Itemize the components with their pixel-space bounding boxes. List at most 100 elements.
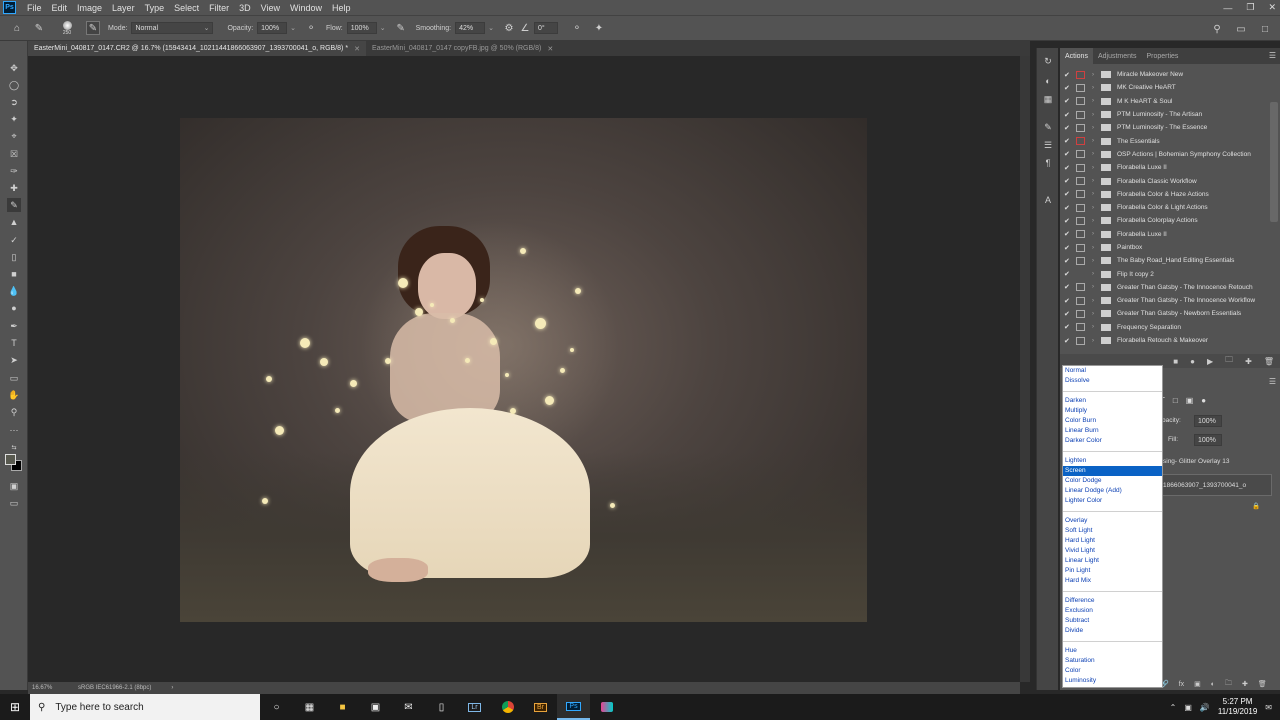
opacity-field[interactable]: 100%	[257, 22, 288, 34]
dialog-toggle-icon[interactable]	[1076, 203, 1085, 212]
menu-help[interactable]: Help	[327, 3, 356, 13]
chrome-icon[interactable]	[491, 694, 524, 720]
checkmark-icon[interactable]: ✔	[1064, 337, 1074, 345]
brush-settings-icon[interactable]: ✎	[86, 21, 100, 35]
task-view-icon[interactable]: ▦	[293, 694, 326, 720]
gear-icon[interactable]: ⚙	[502, 21, 516, 35]
blend-mode-option[interactable]: Screen	[1063, 466, 1162, 476]
windows-start-icon[interactable]: ⊞	[0, 694, 30, 720]
checkmark-icon[interactable]: ✔	[1064, 124, 1074, 132]
actions-scrollbar[interactable]	[1270, 102, 1278, 222]
delete-icon[interactable]: 🗑	[1264, 357, 1274, 366]
close-icon[interactable]: ✕	[1268, 2, 1276, 13]
hand-tool-icon[interactable]: ✋	[7, 388, 21, 402]
action-set-row[interactable]: ✔ › Florabella Luxe II	[1060, 161, 1270, 174]
volume-icon[interactable]: 🔊	[1200, 703, 1210, 712]
dialog-toggle-icon[interactable]	[1076, 177, 1085, 186]
screen-mode-icon[interactable]: ▭	[7, 496, 21, 510]
dialog-toggle-icon[interactable]	[1076, 190, 1085, 199]
symmetry-icon[interactable]: ✦	[592, 21, 606, 35]
blend-mode-option[interactable]: Normal	[1063, 366, 1162, 376]
blend-mode-option[interactable]: Subtract	[1063, 616, 1162, 626]
checkmark-icon[interactable]: ✔	[1064, 137, 1074, 145]
dialog-toggle-icon[interactable]	[1076, 283, 1085, 292]
action-set-row[interactable]: ✔ › Florabella Classic Workflow	[1060, 174, 1270, 187]
blend-mode-option[interactable]: Lighten	[1063, 456, 1162, 466]
store-icon[interactable]: ▣	[359, 694, 392, 720]
close-icon[interactable]: ✕	[547, 45, 553, 53]
blend-mode-option[interactable]: Dissolve	[1063, 376, 1162, 386]
dialog-toggle-icon[interactable]	[1076, 97, 1085, 106]
document-photo[interactable]	[180, 118, 867, 622]
blend-mode-option[interactable]: Difference	[1063, 596, 1162, 606]
dialog-toggle-icon[interactable]	[1076, 163, 1085, 172]
chevron-up-icon[interactable]: ⌃	[1170, 703, 1177, 712]
move-tool-icon[interactable]: ✥	[7, 61, 21, 75]
expand-chevron-icon[interactable]: ›	[1088, 165, 1098, 171]
brush-tool-icon[interactable]: ✎	[7, 198, 21, 212]
pressure-size-icon[interactable]: ⚬	[570, 21, 584, 35]
color-swatches[interactable]	[4, 453, 24, 473]
checkmark-icon[interactable]: ✔	[1064, 150, 1074, 158]
tab-actions[interactable]: Actions	[1060, 48, 1093, 64]
checkmark-icon[interactable]: ✔	[1064, 283, 1074, 291]
search-icon[interactable]: ⚲	[1210, 22, 1224, 36]
dialog-toggle-icon[interactable]	[1076, 296, 1085, 305]
dialog-toggle-icon[interactable]	[1076, 243, 1085, 252]
mail-icon[interactable]: ✉	[392, 694, 425, 720]
menu-edit[interactable]: Edit	[47, 3, 73, 13]
home-icon[interactable]: ⌂	[10, 21, 24, 35]
tab-properties[interactable]: Properties	[1142, 48, 1184, 64]
dialog-toggle-icon[interactable]	[1076, 256, 1085, 265]
checkmark-icon[interactable]: ✔	[1064, 71, 1074, 79]
action-set-row[interactable]: ✔ › Greater Than Gatsby - The Innocence Wo…	[1060, 294, 1270, 307]
blend-mode-option[interactable]: Hard Light	[1063, 536, 1162, 546]
angle-field[interactable]: 0°	[533, 22, 558, 34]
menu-window[interactable]: Window	[285, 3, 327, 13]
expand-chevron-icon[interactable]: ›	[1088, 258, 1098, 264]
menu-type[interactable]: Type	[140, 3, 170, 13]
healing-brush-tool-icon[interactable]: ✚	[7, 181, 21, 195]
menu-file[interactable]: File	[22, 3, 47, 13]
stop-icon[interactable]: ■	[1173, 357, 1178, 366]
swap-colors-icon[interactable]: ⇆	[7, 440, 21, 454]
layer-name-2[interactable]: 1866063907_1393700041_o	[1163, 482, 1246, 489]
mode-select[interactable]: Normal ⌄	[131, 22, 214, 34]
dialog-toggle-icon[interactable]	[1076, 309, 1085, 318]
notifications-icon[interactable]: ✉	[1265, 703, 1272, 712]
brush-settings-icon[interactable]: ✎	[1040, 120, 1056, 134]
swatches-icon[interactable]: ▦	[1040, 92, 1056, 106]
action-set-row[interactable]: ✔ › The Baby Road_Hand Editing Essentials	[1060, 254, 1270, 267]
action-set-row[interactable]: ✔ › Florabella Retouch & Makeover	[1060, 334, 1270, 347]
chevron-down-icon[interactable]: ⌄	[488, 24, 494, 32]
menu-view[interactable]: View	[256, 3, 285, 13]
brush-size-picker[interactable]: 250	[56, 17, 78, 39]
pressure-opacity-icon[interactable]: ⚬	[304, 21, 318, 35]
action-set-row[interactable]: ✔ › Florabella Colorplay Actions	[1060, 214, 1270, 227]
taskbar-search[interactable]: ⚲ Type here to search	[30, 694, 260, 720]
group-icon[interactable]: 🗀	[1225, 679, 1232, 690]
play-icon[interactable]: ▶	[1207, 357, 1213, 366]
close-icon[interactable]: ✕	[354, 45, 360, 53]
expand-chevron-icon[interactable]: ›	[1088, 231, 1098, 237]
brush-tool-preset-icon[interactable]: ✎	[32, 21, 46, 35]
expand-chevron-icon[interactable]: ›	[1088, 178, 1098, 184]
eyedropper-tool-icon[interactable]: ✑	[7, 164, 21, 178]
fx-icon[interactable]: fx	[1179, 681, 1184, 688]
expand-chevron-icon[interactable]: ›	[1088, 284, 1098, 290]
blend-mode-option[interactable]: Vivid Light	[1063, 546, 1162, 556]
restore-icon[interactable]: ❐	[1246, 2, 1254, 13]
quick-select-tool-icon[interactable]: ✦	[7, 112, 21, 126]
expand-chevron-icon[interactable]: ›	[1088, 85, 1098, 91]
document-icon[interactable]: ▯	[425, 694, 458, 720]
checkmark-icon[interactable]: ✔	[1064, 177, 1074, 185]
delete-icon[interactable]: 🗑	[1258, 680, 1267, 688]
dialog-toggle-icon[interactable]	[1076, 150, 1085, 159]
action-set-row[interactable]: ✔ › MK Creative HeART	[1060, 81, 1270, 94]
blend-mode-option[interactable]: Darken	[1063, 396, 1162, 406]
expand-chevron-icon[interactable]: ›	[1088, 271, 1098, 277]
share-icon[interactable]: □	[1258, 22, 1272, 36]
menu-3d[interactable]: 3D	[234, 3, 256, 13]
flow-field[interactable]: 100%	[346, 22, 377, 34]
expand-chevron-icon[interactable]: ›	[1088, 245, 1098, 251]
